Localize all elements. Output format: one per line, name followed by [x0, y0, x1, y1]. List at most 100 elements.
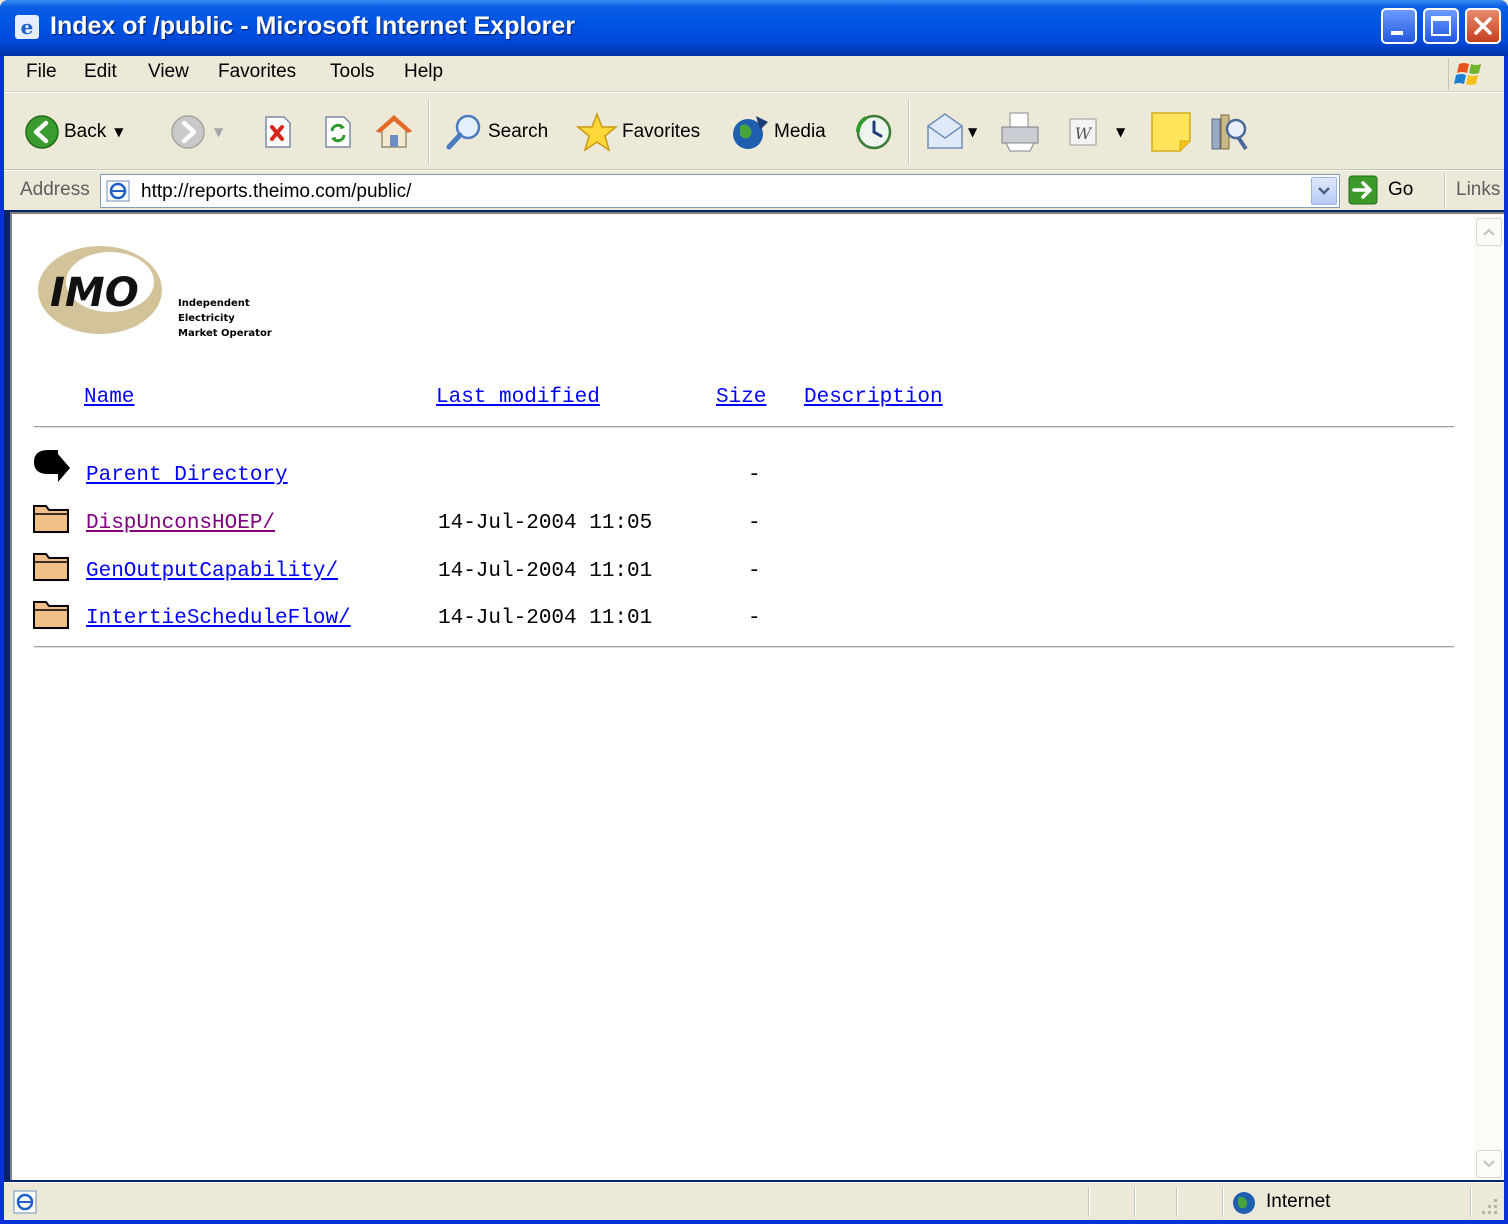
row-size: -	[748, 512, 761, 535]
discuss-button[interactable]	[1150, 93, 1192, 171]
folder-icon	[33, 601, 69, 629]
research-button[interactable]	[1208, 93, 1250, 171]
forward-button[interactable]: ▼	[170, 93, 223, 171]
address-bar: Address http://reports.theimo.com/public…	[4, 170, 1504, 210]
status-divider	[1134, 1187, 1136, 1217]
window-frame-bottom	[0, 1220, 1508, 1224]
note-icon	[1151, 112, 1191, 152]
windows-logo	[1448, 58, 1490, 90]
address-label: Address	[20, 179, 90, 200]
mail-dropdown-arrow[interactable]: ▼	[968, 125, 977, 139]
favorites-label: Favorites	[622, 121, 701, 142]
sort-by-name-link[interactable]: Name	[84, 386, 134, 409]
row-last-modified: 14-Jul-2004 11:01	[438, 560, 653, 583]
page-viewport: IMO Independent Electricity Market Opera…	[10, 212, 1474, 1180]
row-last-modified: 14-Jul-2004 11:01	[438, 607, 653, 630]
media-label: Media	[774, 121, 826, 142]
folder-icon	[33, 505, 69, 533]
directory-link[interactable]: GenOutputCapability/	[86, 560, 338, 583]
logo-tagline-line: Market Operator	[178, 328, 272, 339]
address-dropdown-button[interactable]	[1311, 177, 1337, 205]
imo-logo: IMO Independent Electricity Market Opera…	[32, 240, 292, 339]
row-size: -	[748, 607, 761, 630]
sort-by-modified-link[interactable]: Last modified	[436, 386, 600, 409]
minimize-icon	[1391, 31, 1403, 35]
window-title: Index of /public - Microsoft Internet Ex…	[50, 12, 576, 40]
go-label: Go	[1388, 179, 1414, 200]
svg-text:W: W	[1075, 124, 1093, 143]
imo-logo-text: IMO	[50, 270, 139, 316]
stop-icon	[265, 116, 291, 148]
folder-icon	[33, 553, 69, 581]
logo-tagline: Independent Electricity Market Operator	[178, 296, 272, 341]
toolbar-separator	[908, 99, 910, 165]
ie-logo-icon: e	[15, 15, 39, 39]
menu-tools[interactable]: Tools	[330, 61, 374, 83]
chevron-down-icon	[1483, 1160, 1495, 1168]
globe-icon	[1233, 1192, 1255, 1214]
scroll-up-button[interactable]	[1476, 218, 1502, 246]
back-button[interactable]: Back ▼	[24, 93, 123, 171]
logo-tagline-line: Independent	[178, 298, 250, 309]
history-button[interactable]	[854, 93, 894, 171]
edit-word-button[interactable]: W ▼	[1068, 93, 1125, 171]
status-divider	[1176, 1187, 1178, 1217]
minimize-button[interactable]	[1381, 8, 1417, 44]
menu-view[interactable]: View	[148, 61, 189, 83]
address-input[interactable]: http://reports.theimo.com/public/	[100, 174, 1340, 208]
chevron-down-icon	[1318, 187, 1330, 195]
vertical-scrollbar[interactable]	[1474, 212, 1504, 1180]
go-button[interactable]: Go	[1348, 175, 1413, 205]
links-button[interactable]: Links	[1456, 179, 1500, 201]
back-arrow-icon	[25, 115, 59, 149]
resize-grip-icon[interactable]	[1478, 1195, 1500, 1217]
scroll-down-button[interactable]	[1476, 1150, 1502, 1178]
status-divider	[1088, 1187, 1090, 1217]
row-size: -	[748, 464, 761, 487]
maximize-icon	[1431, 16, 1451, 36]
row-size: -	[748, 560, 761, 583]
sort-by-size-link[interactable]: Size	[716, 386, 766, 409]
maximize-button[interactable]	[1423, 8, 1459, 44]
address-url[interactable]: http://reports.theimo.com/public/	[141, 181, 411, 203]
search-icon	[446, 114, 481, 150]
menu-file[interactable]: File	[26, 61, 57, 83]
word-icon: W	[1069, 118, 1097, 146]
close-button[interactable]	[1465, 8, 1501, 44]
links-separator	[1444, 173, 1446, 209]
refresh-button[interactable]	[322, 93, 354, 171]
favorites-button[interactable]: Favorites	[576, 93, 700, 171]
sort-by-description-link[interactable]: Description	[804, 386, 943, 409]
menu-help[interactable]: Help	[404, 61, 443, 83]
menu-bar: File Edit View Favorites Tools Help	[4, 56, 1504, 92]
svg-text:e: e	[21, 15, 34, 39]
window-frame-right	[1504, 56, 1508, 1224]
window-frame-left	[0, 56, 4, 1224]
go-arrow-icon	[1348, 175, 1378, 205]
menu-favorites[interactable]: Favorites	[218, 61, 296, 83]
status-divider	[1470, 1187, 1472, 1217]
stop-button[interactable]	[262, 93, 294, 171]
forward-arrow-icon	[171, 115, 205, 149]
edit-dropdown-arrow[interactable]: ▼	[1116, 125, 1125, 139]
home-icon	[376, 115, 412, 148]
windows-flag-icon	[1454, 63, 1481, 85]
parent-directory-link[interactable]: Parent Directory	[86, 464, 288, 487]
toolbar-separator	[428, 99, 430, 165]
directory-link[interactable]: DispUnconsHOEP/	[86, 512, 275, 535]
print-button[interactable]	[998, 93, 1042, 171]
home-button[interactable]	[374, 93, 414, 171]
history-icon	[855, 114, 892, 150]
status-bar: Internet	[4, 1182, 1504, 1220]
directory-link[interactable]: IntertieScheduleFlow/	[86, 607, 351, 630]
status-divider	[1222, 1187, 1224, 1217]
media-button[interactable]: Media	[730, 93, 826, 171]
search-button[interactable]: Search	[444, 93, 548, 171]
back-dropdown-arrow[interactable]: ▼	[114, 125, 123, 139]
search-label: Search	[488, 121, 549, 142]
forward-dropdown-arrow[interactable]: ▼	[214, 125, 223, 139]
menu-edit[interactable]: Edit	[84, 61, 117, 83]
favorites-star-icon	[576, 112, 618, 152]
title-bar[interactable]: e Index of /public - Microsoft Internet …	[0, 0, 1508, 56]
mail-button[interactable]: ▼	[924, 93, 977, 171]
